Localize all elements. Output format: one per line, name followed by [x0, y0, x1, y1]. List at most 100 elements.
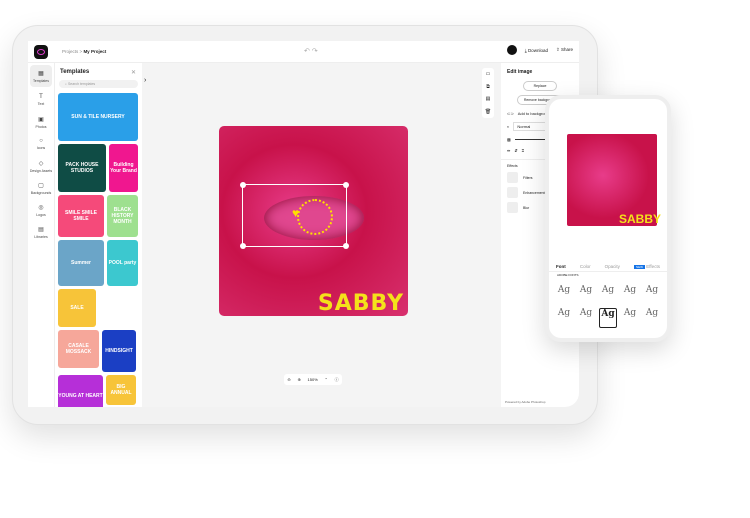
- template-thumbnail[interactable]: Building Your Brand: [109, 144, 138, 192]
- rail-item-photos[interactable]: ▣ Photos: [28, 111, 54, 133]
- crop-icon[interactable]: ⌗: [522, 148, 524, 153]
- backgrounds-icon: ▢: [38, 182, 44, 189]
- new-badge: NEW: [634, 265, 645, 269]
- chevron-up-icon[interactable]: ⌃: [325, 377, 328, 382]
- rail-item-backgrounds[interactable]: ▢ Backgrounds: [28, 177, 54, 199]
- font-option[interactable]: Ag: [555, 285, 573, 305]
- rail-label: Text: [37, 102, 45, 106]
- template-thumbnail[interactable]: SUN & TILE NURSERY: [58, 93, 138, 141]
- rail-label: Backgrounds: [30, 190, 52, 195]
- blend-icon: ◐: [507, 124, 510, 129]
- artwork-title: SABBY: [317, 291, 404, 316]
- template-thumbnail[interactable]: POOL party: [107, 240, 138, 286]
- resize-handle[interactable]: [343, 182, 349, 188]
- artwork[interactable]: THE EYE OF THE BEHOLDER ♥ SABBY: [219, 126, 408, 316]
- image-icon[interactable]: ▭: [486, 71, 491, 77]
- rail-item-libraries[interactable]: ▤ Libraries: [28, 221, 54, 243]
- search-input[interactable]: ⌕ Search templates: [59, 80, 138, 88]
- rail-label: Photos: [35, 124, 47, 129]
- close-icon[interactable]: ✕: [131, 69, 136, 76]
- breadcrumb-projects[interactable]: Projects: [62, 49, 78, 54]
- rail-item-templates[interactable]: ▦ Templates: [30, 65, 52, 87]
- zoom-level[interactable]: 150%: [308, 377, 318, 382]
- font-list: Ag Ag Ag Ag Ag Ag Ag Ag Ag Ag: [555, 285, 663, 328]
- template-thumbnail[interactable]: BIG ANNUAL: [106, 375, 136, 405]
- template-thumbnail[interactable]: PACK HOUSE STUDIOS: [58, 144, 106, 192]
- panel-title: Edit image: [507, 69, 533, 75]
- rail-item-logos[interactable]: ◎ Logos: [28, 199, 54, 221]
- avatar[interactable]: [506, 45, 517, 55]
- template-thumbnail[interactable]: SALE: [58, 289, 96, 327]
- zoom-in-icon[interactable]: ⊕: [297, 377, 300, 382]
- opacity-icon: ▩: [507, 137, 511, 142]
- download-button[interactable]: ⤓ Download: [525, 48, 548, 53]
- tab-font[interactable]: Font: [556, 264, 566, 269]
- template-thumbnail[interactable]: CASALE MOSSACK: [58, 330, 99, 368]
- template-thumbnail[interactable]: Summer: [58, 240, 104, 286]
- arrange-icon[interactable]: ▤: [486, 96, 491, 102]
- flip-vertical-icon[interactable]: ⇵: [514, 148, 517, 153]
- filters-icon: [507, 172, 518, 183]
- font-option[interactable]: Ag: [621, 285, 639, 305]
- app-logo[interactable]: [34, 44, 48, 59]
- phone-artwork[interactable]: SABBY: [567, 134, 661, 226]
- font-option[interactable]: Ag: [599, 285, 617, 305]
- template-thumbnail[interactable]: BLACK HISTORY MONTH: [107, 195, 138, 237]
- font-option[interactable]: Ag: [621, 308, 639, 328]
- blur-icon: [507, 202, 518, 213]
- resize-handle[interactable]: [240, 243, 246, 249]
- tab-effects[interactable]: NEW Effects: [634, 264, 660, 269]
- tab-effects-label: Effects: [646, 264, 660, 269]
- rail-label: Logos: [36, 212, 46, 217]
- font-option[interactable]: Ag: [577, 308, 595, 328]
- zoom-out-icon[interactable]: ⊖: [287, 377, 290, 382]
- breadcrumb-sep: >: [79, 49, 83, 54]
- rail-item-text[interactable]: T Text: [28, 89, 54, 111]
- font-option[interactable]: Ag: [643, 308, 661, 328]
- phone-artwork-title: SABBY: [618, 212, 661, 226]
- templates-grid: SUN & TILE NURSERY PACK HOUSE STUDIOS Buil…: [55, 93, 142, 407]
- rotate-handle[interactable]: [343, 243, 349, 249]
- replace-button[interactable]: Replace: [523, 81, 557, 91]
- font-option[interactable]: Ag: [643, 285, 661, 305]
- photos-icon: ▣: [38, 116, 44, 123]
- undo-redo: ↶ ↷: [304, 47, 318, 55]
- top-bar: Projects > My Project ↶ ↷ ⤓ Download ⇪ S…: [28, 41, 579, 63]
- font-option[interactable]: Ag: [577, 285, 595, 305]
- resize-handle[interactable]: [240, 182, 246, 188]
- rail-label: Libraries: [34, 234, 48, 239]
- icons-icon: ○: [39, 138, 43, 144]
- help-icon[interactable]: ⓘ: [335, 377, 339, 383]
- templates-icon: ▦: [38, 70, 44, 77]
- tab-color[interactable]: Color: [580, 264, 591, 269]
- template-thumbnail[interactable]: YOUNG AT HEART: [58, 375, 103, 407]
- effect-label: Enhancements: [523, 190, 547, 195]
- share-button[interactable]: ⇪ Share: [556, 47, 573, 53]
- rail-item-icons[interactable]: ○ Icons: [28, 133, 54, 155]
- duplicate-icon[interactable]: ⧉: [486, 84, 490, 90]
- redo-icon[interactable]: ↷: [312, 48, 318, 55]
- breadcrumb: Projects > My Project: [62, 49, 106, 54]
- rail-label: Templates: [33, 78, 49, 83]
- rail-label: Design Assets: [29, 168, 53, 173]
- text-icon: T: [39, 94, 43, 100]
- effect-label: Filters: [523, 175, 533, 180]
- template-thumbnail[interactable]: SMILE SMILE SMILE: [58, 195, 104, 237]
- undo-icon[interactable]: ↶: [304, 48, 310, 55]
- toggle-switch[interactable]: ⊂⊃: [507, 111, 514, 116]
- share-label: Share: [560, 47, 573, 52]
- download-label: Download: [527, 47, 548, 53]
- selection-box[interactable]: [240, 182, 349, 249]
- font-option[interactable]: Ag: [599, 308, 617, 328]
- libraries-icon: ▤: [38, 226, 44, 233]
- layer-tools: ▭ ⧉ ▤ 🗑: [482, 68, 494, 118]
- app-screen: Projects > My Project ↶ ↷ ⤓ Download ⇪ S…: [28, 41, 579, 407]
- collapse-panel-icon[interactable]: ›: [144, 77, 146, 84]
- rail-item-design-assets[interactable]: ◇ Design Assets: [28, 155, 54, 177]
- tab-opacity[interactable]: Opacity: [605, 264, 620, 269]
- design-assets-icon: ◇: [38, 160, 44, 167]
- delete-icon[interactable]: 🗑: [485, 109, 491, 115]
- font-option[interactable]: Ag: [555, 308, 573, 328]
- flip-horizontal-icon[interactable]: ⇹: [507, 148, 510, 153]
- template-thumbnail[interactable]: HINDSIGHT: [102, 330, 136, 372]
